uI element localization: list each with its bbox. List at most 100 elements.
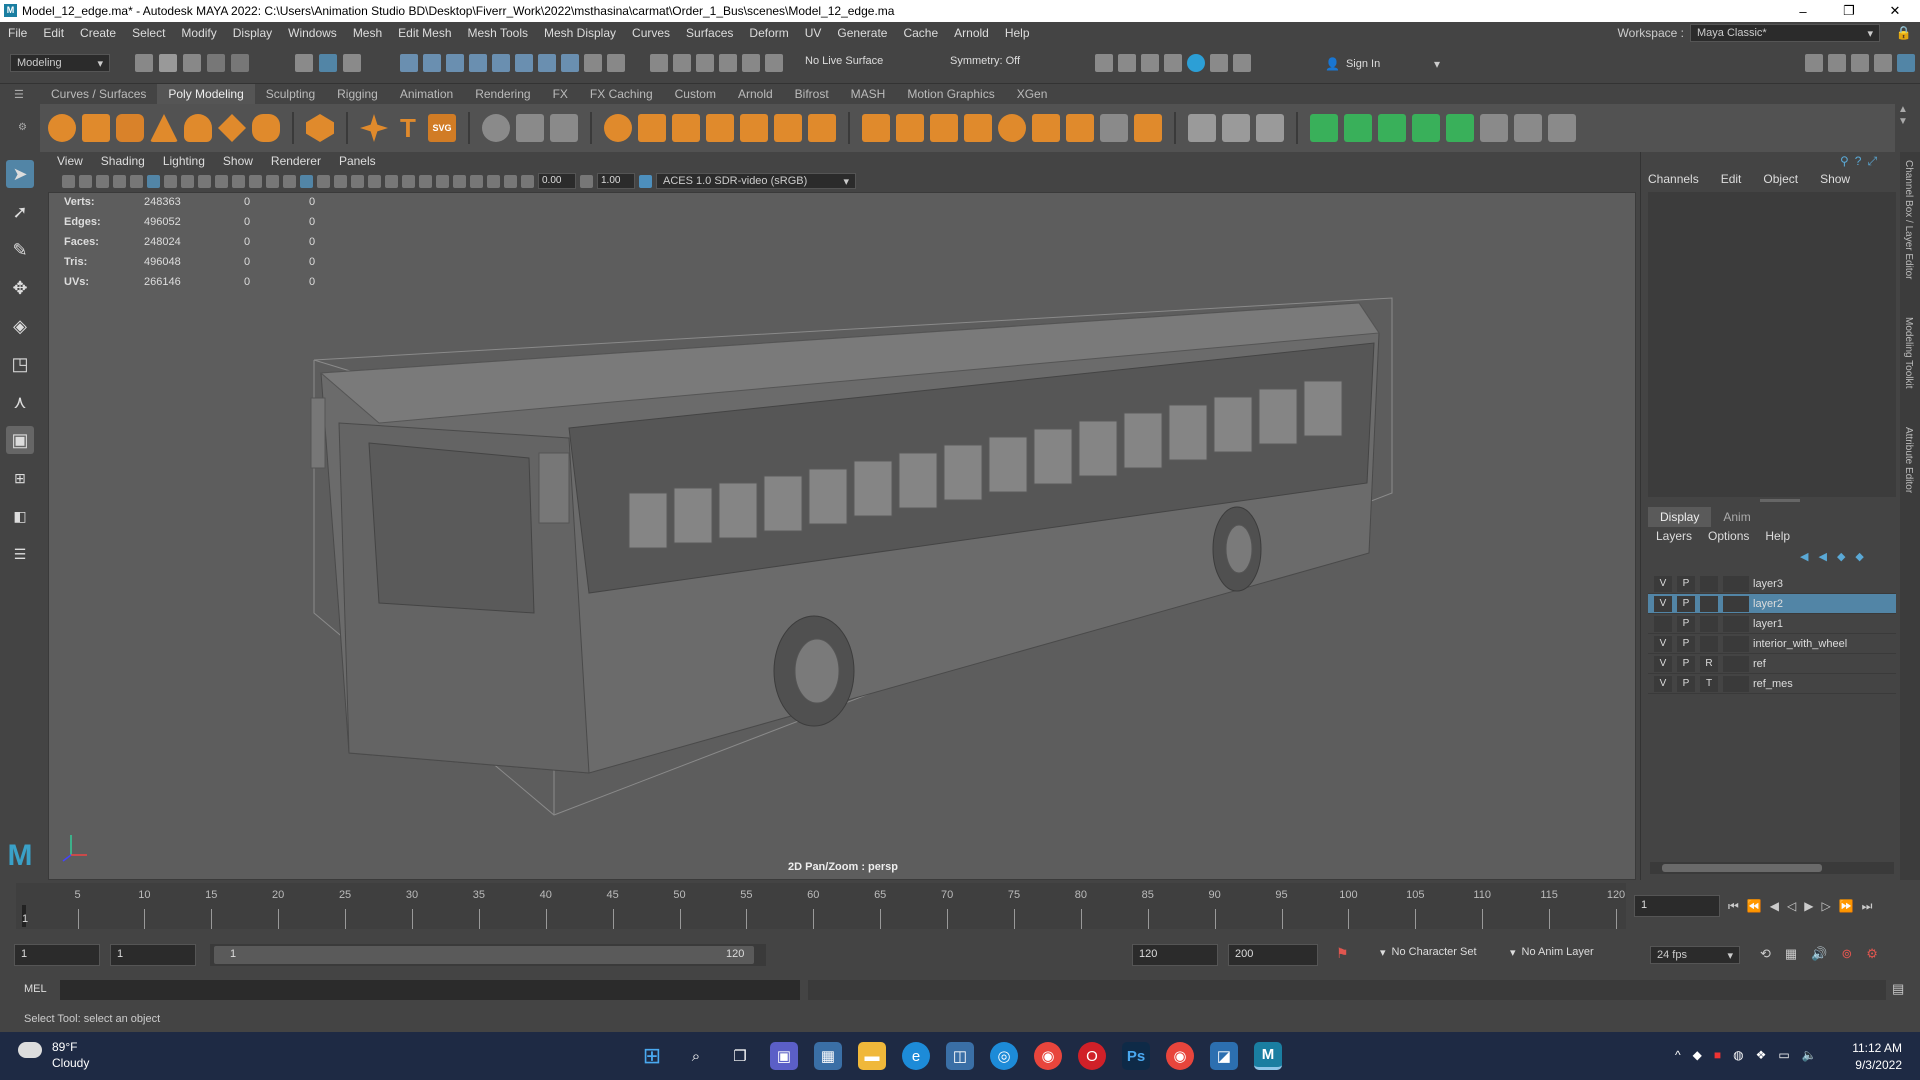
single-perspective-layout-icon[interactable]: ▣ <box>6 426 34 454</box>
layer-row[interactable]: P layer1 <box>1648 614 1896 634</box>
resolution-gate-icon[interactable] <box>198 174 211 188</box>
layer-row[interactable]: V P layer3 <box>1648 574 1896 594</box>
uv-planar-icon[interactable] <box>1310 114 1338 142</box>
menu-select[interactable]: Select <box>124 26 173 40</box>
dropbox-icon[interactable]: ❖ <box>1756 1048 1767 1062</box>
settings-app-icon[interactable]: ◎ <box>990 1042 1018 1070</box>
menu-arnold[interactable]: Arnold <box>946 26 997 40</box>
viewport-menu-shading[interactable]: Shading <box>92 154 154 168</box>
panel-splitter-handle[interactable] <box>1760 499 1800 502</box>
layer-row[interactable]: V P layer2 <box>1648 594 1896 614</box>
side-tab-attribute-editor[interactable]: Attribute Editor <box>1903 427 1914 493</box>
motion-blur-icon[interactable] <box>419 174 432 188</box>
channel-box-float-icon[interactable]: ⤢ <box>1867 154 1877 169</box>
attribute-editor-toggle-icon[interactable] <box>1828 54 1846 72</box>
safe-title-icon[interactable] <box>266 174 279 188</box>
xray-active-icon[interactable] <box>487 174 500 188</box>
render-frame-icon[interactable] <box>1118 54 1136 72</box>
layer-playback-toggle[interactable]: P <box>1677 655 1695 672</box>
camera-select-icon[interactable] <box>62 174 75 188</box>
default-material-icon[interactable] <box>317 174 330 188</box>
cache-playback-icon[interactable]: ▦ <box>1785 946 1797 962</box>
go-to-end-icon[interactable]: ⏭ <box>1862 899 1873 914</box>
tray-network-app-icon[interactable]: ◍ <box>1733 1048 1743 1062</box>
uv-layout-icon[interactable] <box>1480 114 1508 142</box>
maya-taskbar-icon[interactable]: M <box>1254 1042 1282 1070</box>
tray-record-icon[interactable]: ■ <box>1714 1048 1721 1062</box>
channel-box-menu-channels[interactable]: Channels <box>1648 172 1699 186</box>
make-live-icon[interactable] <box>765 54 783 72</box>
close-button[interactable]: ✕ <box>1872 0 1918 22</box>
snap-view-plane-icon[interactable] <box>742 54 760 72</box>
mask-curves-icon[interactable] <box>446 54 464 72</box>
uv-spherical-icon[interactable] <box>1378 114 1406 142</box>
shelf-tab-xgen[interactable]: XGen <box>1006 84 1059 104</box>
field-chart-icon[interactable] <box>232 174 245 188</box>
layer-display-type-toggle[interactable] <box>1700 595 1718 612</box>
chrome-icon[interactable]: ◉ <box>1034 1042 1062 1070</box>
render-settings-icon[interactable] <box>1164 54 1182 72</box>
mask-joints-icon[interactable] <box>423 54 441 72</box>
viewport-menu-lighting[interactable]: Lighting <box>154 154 214 168</box>
scrollbar-thumb[interactable] <box>1662 864 1822 872</box>
smooth-shade-icon[interactable] <box>300 174 313 188</box>
menu-help[interactable]: Help <box>997 26 1038 40</box>
play-backwards-icon[interactable]: ◁ <box>1787 899 1796 913</box>
weather-desc[interactable]: Cloudy <box>52 1056 89 1070</box>
mask-misc-icon[interactable] <box>561 54 579 72</box>
outliner-icon[interactable]: ☰ <box>6 540 34 568</box>
boolean-difference-icon[interactable] <box>774 114 802 142</box>
mel-label[interactable]: MEL <box>24 983 47 995</box>
hypershade-icon[interactable] <box>1187 54 1205 72</box>
layer-playback-toggle[interactable]: P <box>1677 595 1695 612</box>
bridge-icon[interactable] <box>896 114 924 142</box>
tool-settings-toggle-icon[interactable] <box>1851 54 1869 72</box>
menu-edit-mesh[interactable]: Edit Mesh <box>390 26 459 40</box>
step-back-key-icon[interactable]: ⏪ <box>1747 899 1762 913</box>
lock-icon[interactable]: 🔒 <box>1896 25 1912 41</box>
opera-icon[interactable]: O <box>1078 1042 1106 1070</box>
layer-playback-toggle[interactable]: P <box>1677 635 1695 652</box>
photos-icon[interactable]: ▦ <box>814 1042 842 1070</box>
select-hierarchy-icon[interactable] <box>295 54 313 72</box>
shelf-tab-bifrost[interactable]: Bifrost <box>784 84 840 104</box>
quad-draw-icon[interactable] <box>516 114 544 142</box>
xray-icon[interactable] <box>470 174 483 188</box>
paint-icon[interactable]: ◪ <box>1210 1042 1238 1070</box>
layer-row[interactable]: V P T ref_mes <box>1648 674 1896 694</box>
microsoft-store-icon[interactable]: ◫ <box>946 1042 974 1070</box>
animation-preferences-icon[interactable]: ⚙ <box>1866 946 1878 962</box>
layer-visibility-toggle[interactable]: V <box>1654 675 1672 692</box>
layer-visibility-toggle[interactable]: V <box>1654 595 1672 612</box>
scene-end-field[interactable]: 200 <box>1228 944 1318 966</box>
mask-surfaces-icon[interactable] <box>469 54 487 72</box>
menu-file[interactable]: File <box>0 26 35 40</box>
channel-box-help-icon[interactable]: ? <box>1855 154 1862 169</box>
shelf-tab-fx-caching[interactable]: FX Caching <box>579 84 664 104</box>
four-view-layout-icon[interactable]: ⊞ <box>6 464 34 492</box>
viewport-menu-show[interactable]: Show <box>214 154 262 168</box>
mirror-icon[interactable] <box>808 114 836 142</box>
redo-icon[interactable] <box>231 54 249 72</box>
photoshop-icon[interactable]: Ps <box>1122 1042 1150 1070</box>
layer-row[interactable]: V P R ref <box>1648 654 1896 674</box>
layer-horizontal-scrollbar[interactable] <box>1650 862 1894 874</box>
super-shape-icon[interactable] <box>360 114 388 142</box>
channel-box-pin-icon[interactable]: ⚲ <box>1840 154 1849 169</box>
offset-edge-loop-icon[interactable] <box>1134 114 1162 142</box>
fps-dropdown[interactable]: 24 fps ▾ <box>1650 946 1740 964</box>
grid-icon[interactable] <box>164 174 177 188</box>
mask-deformations-icon[interactable] <box>492 54 510 72</box>
loop-icon[interactable]: ⟲ <box>1760 946 1771 962</box>
bevel-icon[interactable] <box>930 114 958 142</box>
target-weld-icon[interactable] <box>1100 114 1128 142</box>
knife-icon[interactable] <box>1188 114 1216 142</box>
layer-display-type-toggle[interactable]: T <box>1700 675 1718 692</box>
view-transform-dropdown[interactable]: ACES 1.0 SDR-video (sRGB) ▾ <box>656 173 856 189</box>
range-slider-bar[interactable] <box>214 946 754 964</box>
go-to-start-icon[interactable]: ⏮ <box>1728 899 1739 914</box>
insert-edge-loop-icon[interactable] <box>1222 114 1250 142</box>
playback-end-field[interactable]: 120 <box>1132 944 1218 966</box>
symmetry-label[interactable]: Symmetry: Off <box>950 55 1020 67</box>
edge-browser-icon[interactable]: e <box>902 1042 930 1070</box>
